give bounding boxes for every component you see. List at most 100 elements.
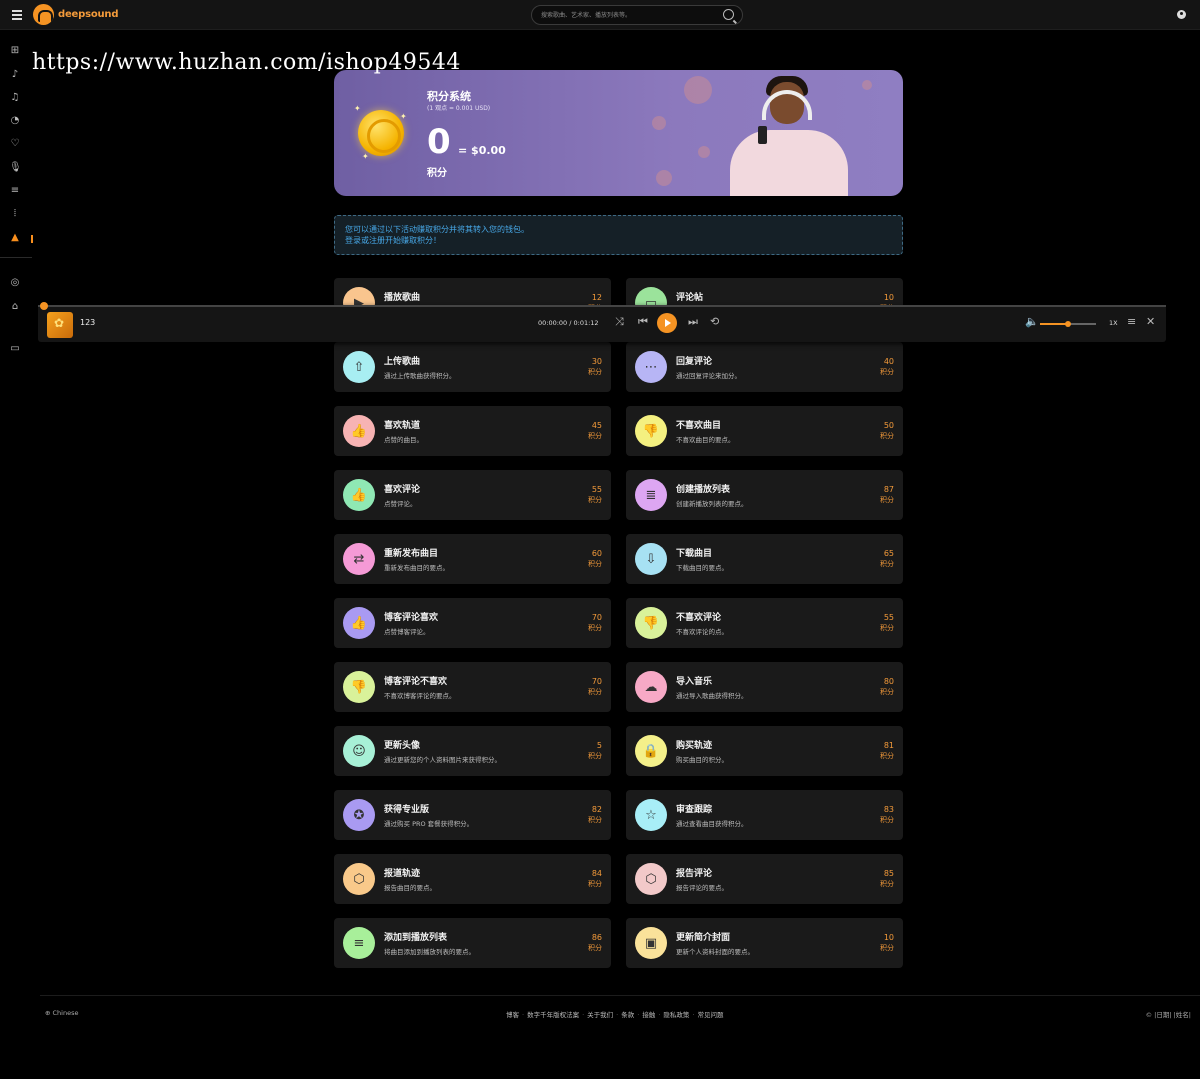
card-points-unit: 积分 bbox=[880, 624, 894, 632]
footer-link[interactable]: 隐私政策 bbox=[663, 1011, 689, 1019]
volume-fill bbox=[1040, 323, 1068, 325]
card-description: 创建新播放列表的要点。 bbox=[676, 500, 748, 508]
user-icon[interactable] bbox=[1177, 10, 1186, 19]
card-points: 86 bbox=[591, 933, 602, 942]
play-button[interactable] bbox=[657, 313, 677, 333]
decor-bubble bbox=[656, 170, 672, 186]
coin-icon bbox=[358, 110, 404, 156]
previous-icon[interactable]: ⏮ bbox=[638, 316, 648, 328]
points-hero-banner: ✦ ✦ ✦ 积分系统 (1 观点 = 0.001 USD) 0 = $0.00 … bbox=[334, 70, 903, 196]
radio-icon[interactable]: ▭ bbox=[9, 343, 21, 355]
volume-icon[interactable]: 🔈 bbox=[1025, 316, 1039, 328]
active-indicator bbox=[31, 235, 33, 243]
points-activity-card: ⬡ 报道轨迹 报告曲目的要点。 84 积分 bbox=[334, 854, 611, 904]
card-title: 上传歌曲 bbox=[384, 357, 421, 367]
avatar-icon: ☺ bbox=[343, 735, 375, 767]
sidebar-divider bbox=[0, 257, 32, 258]
card-points-unit: 积分 bbox=[880, 752, 894, 760]
download-icon: ⇩ bbox=[635, 543, 667, 575]
close-icon[interactable]: ✕ bbox=[1146, 316, 1155, 328]
card-points-unit: 积分 bbox=[880, 816, 894, 824]
card-description: 重新发布曲目的要点。 bbox=[384, 564, 449, 572]
points-activity-card: ≡ 添加到播放列表 将曲目添加到播放列表的要点。 86 积分 bbox=[334, 918, 611, 968]
card-points: 55 bbox=[591, 485, 602, 494]
shuffle-icon[interactable]: ⤨ bbox=[615, 316, 624, 328]
card-description: 通过上传歌曲获得积分。 bbox=[384, 372, 456, 380]
compass-icon[interactable]: ◔ bbox=[9, 115, 21, 127]
card-points-unit: 积分 bbox=[880, 496, 894, 504]
repeat-icon[interactable]: ⟲ bbox=[710, 316, 719, 328]
footer-link[interactable]: 数字千年版权法案 bbox=[527, 1011, 579, 1019]
card-description: 下载曲目的要点。 bbox=[676, 564, 728, 572]
search-bar bbox=[531, 5, 743, 25]
footer-link[interactable]: 关于我们 bbox=[587, 1011, 613, 1019]
info-login-text[interactable]: 登录或注册开始赚取积分！ bbox=[345, 235, 892, 246]
points-activity-card: ⇄ 重新发布曲目 重新发布曲目的要点。 60 积分 bbox=[334, 534, 611, 584]
lock-icon: 🔒 bbox=[635, 735, 667, 767]
card-points: 80 bbox=[883, 677, 894, 686]
search-icon[interactable] bbox=[723, 9, 734, 20]
music-note-icon[interactable]: ♪ bbox=[9, 69, 21, 81]
points-balance: 0 bbox=[427, 122, 451, 162]
language-selector[interactable]: ⊕ Chinese bbox=[45, 1009, 78, 1017]
card-description: 更新个人资料封面的要点。 bbox=[676, 948, 754, 956]
card-title: 不喜欢评论 bbox=[676, 613, 722, 623]
card-description: 不喜欢评论的点。 bbox=[676, 628, 728, 636]
thumbs-up-icon: 👍 bbox=[343, 607, 375, 639]
points-activity-card: ☁ 导入音乐 通过导入歌曲获得积分。 80 积分 bbox=[626, 662, 903, 712]
footer-link[interactable]: 博客 bbox=[506, 1011, 519, 1019]
queue-icon[interactable]: ≡ bbox=[1127, 316, 1136, 328]
volume-slider[interactable] bbox=[1040, 321, 1096, 327]
points-activity-card: 👎 不喜欢评论 不喜欢评论的点。 55 积分 bbox=[626, 598, 903, 648]
playback-speed[interactable]: 1X bbox=[1109, 319, 1118, 327]
shield-icon[interactable]: ♡ bbox=[9, 138, 21, 150]
points-activity-card: 👍 博客评论喜欢 点赞博客评论。 70 积分 bbox=[334, 598, 611, 648]
seek-bar[interactable] bbox=[38, 302, 1166, 310]
music-notes-icon[interactable]: ♫ bbox=[9, 92, 21, 104]
playlist-icon[interactable]: ≡ bbox=[9, 185, 21, 197]
store-icon[interactable]: ⌂ bbox=[9, 301, 21, 313]
card-points-unit: 积分 bbox=[880, 560, 894, 568]
discover-icon[interactable]: ◎ bbox=[9, 277, 21, 289]
points-activity-card: 👎 博客评论不喜欢 不喜欢博客评论的要点。 70 积分 bbox=[334, 662, 611, 712]
card-title: 添加到播放列表 bbox=[384, 933, 448, 943]
card-points: 50 bbox=[883, 421, 894, 430]
logo-text: deepsound bbox=[58, 9, 119, 20]
card-points: 55 bbox=[883, 613, 894, 622]
cloud-upload-icon: ☁ bbox=[635, 671, 667, 703]
info-box: 您可以通过以下活动赚取积分并将其转入您的钱包。 登录或注册开始赚取积分！ bbox=[334, 215, 903, 255]
menu-icon[interactable] bbox=[12, 10, 22, 20]
song-title[interactable]: 123 bbox=[80, 318, 95, 327]
footer-separator: · bbox=[692, 1011, 695, 1019]
points-activity-card: ⇧ 上传歌曲 通过上传歌曲获得积分。 30 积分 bbox=[334, 342, 611, 392]
card-description: 购买曲目的积分。 bbox=[676, 756, 728, 764]
decor-bubble bbox=[862, 80, 872, 90]
grid-icon[interactable]: ⊞ bbox=[9, 45, 21, 57]
waveform-icon[interactable]: ⦙ bbox=[9, 208, 21, 220]
search-input[interactable] bbox=[541, 9, 711, 21]
card-points-unit: 积分 bbox=[588, 880, 602, 888]
footer-link[interactable]: 接触 bbox=[642, 1011, 655, 1019]
card-description: 报告曲目的要点。 bbox=[384, 884, 436, 892]
points-activity-card: 🔒 购买轨迹 购买曲目的积分。 81 积分 bbox=[626, 726, 903, 776]
card-title: 创建播放列表 bbox=[676, 485, 731, 495]
headphones-logo-icon bbox=[33, 4, 54, 25]
album-cover[interactable] bbox=[47, 312, 73, 338]
logo[interactable]: deepsound bbox=[33, 4, 119, 25]
footer-link[interactable]: 条款 bbox=[621, 1011, 634, 1019]
card-title: 博客评论不喜欢 bbox=[384, 677, 448, 687]
hero-subtitle: (1 观点 = 0.001 USD) bbox=[427, 105, 491, 112]
top-bar: deepsound bbox=[0, 0, 1200, 30]
seek-handle[interactable] bbox=[40, 302, 48, 310]
card-title: 获得专业版 bbox=[384, 805, 430, 815]
microphone-icon[interactable]: 🎙 bbox=[9, 162, 22, 174]
next-icon[interactable]: ⏭ bbox=[688, 316, 698, 328]
footer-separator: · bbox=[658, 1011, 661, 1019]
volume-handle[interactable] bbox=[1065, 321, 1071, 327]
points-icon[interactable]: ▲ bbox=[9, 232, 21, 244]
card-points: 70 bbox=[591, 613, 602, 622]
card-points-unit: 积分 bbox=[588, 816, 602, 824]
decor-bubble bbox=[698, 146, 710, 158]
card-description: 点赞博客评论。 bbox=[384, 628, 430, 636]
footer-link[interactable]: 常见问题 bbox=[697, 1011, 723, 1019]
